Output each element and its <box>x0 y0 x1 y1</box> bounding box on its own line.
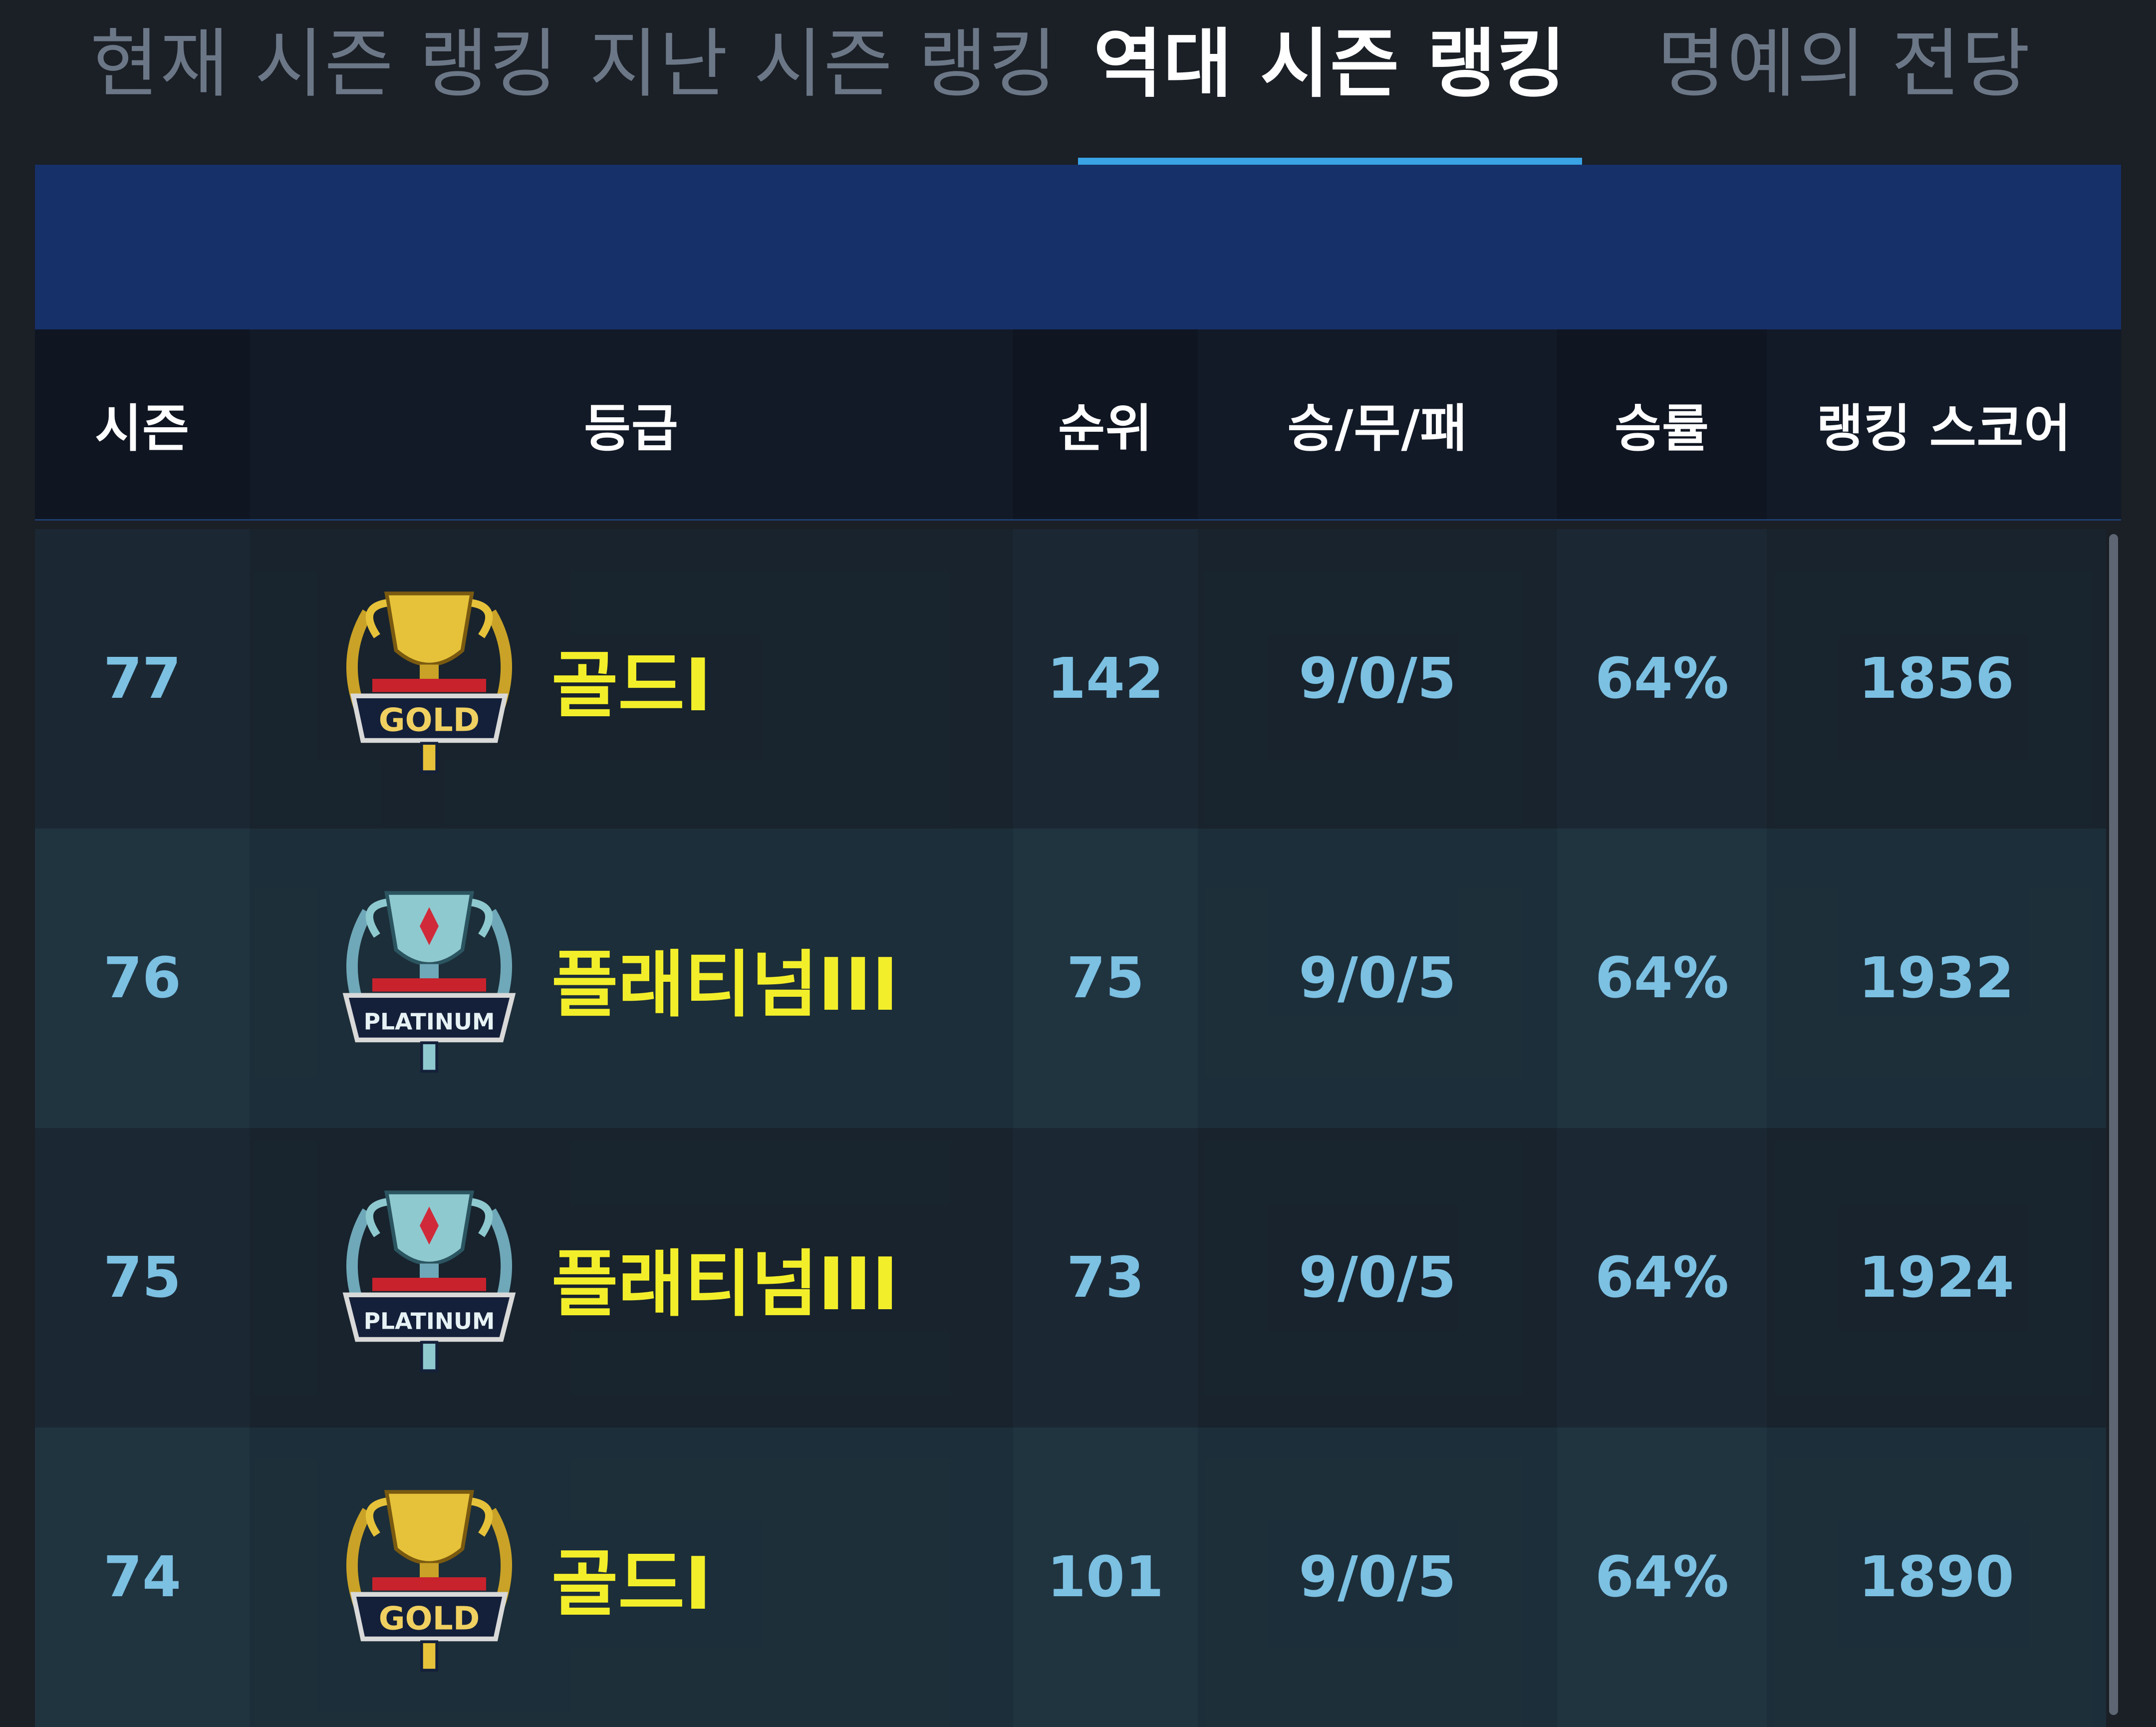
header-win-rate: 승률 <box>1615 399 1709 459</box>
grade-cell: GOLD 골드I <box>334 1428 1003 1727</box>
win-rate-cell: 64% <box>1595 1245 1729 1310</box>
table-row[interactable]: 74 GOLD 골드I 101 9/0/5 64% 1890 <box>35 1428 2106 1727</box>
tab-current-season[interactable]: 현재 시즌 랭킹 <box>90 0 557 115</box>
rank-cell: 142 <box>1047 646 1164 711</box>
grade-cell: PLATINUM 플래티넘III <box>334 1128 1003 1428</box>
record-cell: 9/0/5 <box>1299 1545 1456 1610</box>
season-cell: 74 <box>103 1545 181 1610</box>
win-rate-cell: 64% <box>1595 646 1729 711</box>
gold-trophy-emblem-icon: GOLD <box>334 1472 524 1682</box>
grade-cell: GOLD 골드I <box>334 529 1003 829</box>
tab-last-season[interactable]: 지난 시즌 랭킹 <box>589 0 1057 115</box>
table-row[interactable]: 75 PLATINUM 플래티넘III 73 9/0/5 64% 1924 <box>35 1128 2106 1428</box>
grade-name: 플래티넘III <box>551 943 899 1027</box>
svg-text:GOLD: GOLD <box>379 1600 480 1638</box>
grade-cell: PLATINUM 플래티넘III <box>334 829 1003 1128</box>
table-row[interactable]: 76 PLATINUM 플래티넘III 75 9/0/5 64% 1932 <box>35 829 2106 1128</box>
rank-cell: 75 <box>1067 946 1144 1011</box>
season-cell: 76 <box>103 946 181 1011</box>
platinum-trophy-emblem-icon: PLATINUM <box>334 1173 524 1383</box>
vertical-scrollbar[interactable] <box>2109 534 2118 1715</box>
tab-hall-of-fame[interactable]: 명예의 전당 <box>1632 0 2056 115</box>
score-cell: 1890 <box>1859 1545 2014 1610</box>
header-record: 승/무/패 <box>1287 399 1468 459</box>
header-grade: 등급 <box>584 399 679 459</box>
tab-all-seasons[interactable]: 역대 시즌 랭킹 <box>1078 0 1582 115</box>
rank-cell: 101 <box>1047 1545 1164 1610</box>
win-rate-cell: 64% <box>1595 946 1729 1011</box>
gold-trophy-emblem-icon: GOLD <box>334 574 524 784</box>
record-cell: 9/0/5 <box>1299 1245 1456 1310</box>
record-cell: 9/0/5 <box>1299 646 1456 711</box>
score-cell: 1932 <box>1859 946 2014 1011</box>
table-banner <box>35 165 2121 329</box>
header-rank: 순위 <box>1058 399 1153 459</box>
grade-name: 골드I <box>551 643 712 728</box>
score-cell: 1856 <box>1859 646 2014 711</box>
table-header-row: 시즌 등급 순위 승/무/패 승률 랭킹 스코어 <box>35 329 2121 521</box>
svg-text:PLATINUM: PLATINUM <box>364 1308 495 1335</box>
score-cell: 1924 <box>1859 1245 2014 1310</box>
grade-name: 골드I <box>551 1542 712 1626</box>
win-rate-cell: 64% <box>1595 1545 1729 1610</box>
svg-text:PLATINUM: PLATINUM <box>364 1009 495 1035</box>
record-cell: 9/0/5 <box>1299 946 1456 1011</box>
svg-text:GOLD: GOLD <box>379 702 480 739</box>
season-ranking-table: 시즌 등급 순위 승/무/패 승률 랭킹 스코어 77 GOLD 골드I 142… <box>35 329 2121 1727</box>
platinum-trophy-emblem-icon: PLATINUM <box>334 873 524 1083</box>
ranking-tabs: 현재 시즌 랭킹 지난 시즌 랭킹 역대 시즌 랭킹 명예의 전당 <box>0 0 2156 167</box>
header-ranking-score: 랭킹 스코어 <box>1816 399 2072 459</box>
season-cell: 75 <box>103 1245 181 1310</box>
rank-cell: 73 <box>1067 1245 1144 1310</box>
season-cell: 77 <box>103 646 181 711</box>
grade-name: 플래티넘III <box>551 1242 899 1327</box>
header-season: 시즌 <box>95 399 190 459</box>
table-row[interactable]: 77 GOLD 골드I 142 9/0/5 64% 1856 <box>35 529 2106 829</box>
